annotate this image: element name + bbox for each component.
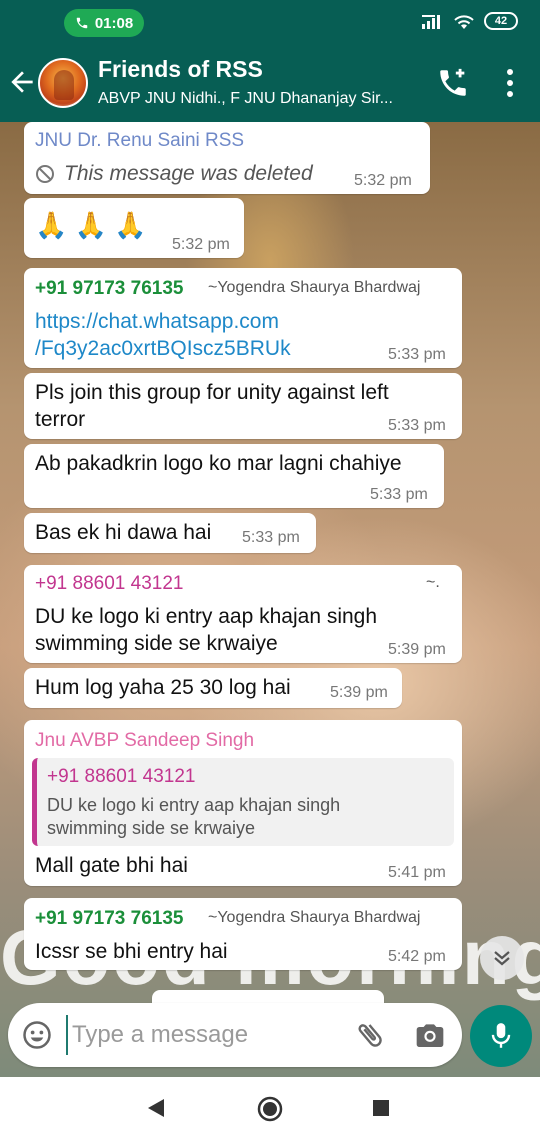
status-time: 01:08 — [94, 14, 134, 32]
message-time: 5:33 pm — [370, 486, 428, 503]
scroll-to-bottom-button[interactable] — [480, 936, 524, 980]
message-bubble[interactable]: +91 97173 76135 ~Yogendra Shaurya Bhardw… — [24, 268, 462, 368]
message-text: 🙏 🙏 🙏 — [35, 210, 147, 240]
phone-icon — [76, 17, 88, 29]
message-text: Icssr se bhi entry hai — [35, 940, 228, 963]
wifi-icon — [454, 15, 474, 29]
message-pushname: ~. — [426, 574, 440, 591]
message-bubble[interactable]: Pls join this group for unity against le… — [24, 373, 462, 439]
message-time: 5:42 pm — [388, 948, 446, 965]
message-sender: Jnu AVBP Sandeep Singh — [35, 730, 255, 751]
composer-pill — [8, 1003, 462, 1067]
message-time: 5:32 pm — [172, 236, 230, 253]
message-sender: +91 97173 76135 — [35, 278, 184, 299]
message-text: DU ke logo ki entry aap khajan singh — [35, 605, 378, 628]
message-bubble[interactable]: Hum log yaha 25 30 log hai 5:39 pm — [24, 668, 402, 708]
message-time: 5:33 pm — [388, 417, 446, 434]
message-time: 5:33 pm — [242, 529, 300, 546]
group-title[interactable]: Friends of RSS — [98, 56, 263, 83]
message-time: 5:39 pm — [388, 641, 446, 658]
message-time: 5:33 pm — [388, 346, 446, 363]
group-members-subtitle[interactable]: ABVP JNU Nidhi., F JNU Dhananjay Sir... — [98, 90, 428, 108]
message-bubble[interactable]: Bas ek hi dawa hai 5:33 pm — [24, 513, 316, 553]
add-call-icon[interactable] — [436, 66, 470, 100]
message-sender: +91 88601 43121 — [35, 573, 184, 594]
message-time: 5:39 pm — [330, 684, 388, 701]
nav-recents-icon[interactable] — [372, 1099, 390, 1117]
composer-bar — [0, 995, 540, 1077]
message-input[interactable] — [66, 1015, 336, 1055]
deleted-message-text: This message was deleted — [64, 162, 313, 185]
message-sender: JNU Dr. Renu Saini RSS — [35, 130, 245, 151]
more-vert-icon[interactable] — [498, 66, 522, 100]
message-bubble[interactable]: +91 97173 76135 ~Yogendra Shaurya Bhardw… — [24, 898, 462, 970]
message-pushname: ~Yogendra Shaurya Bhardwaj — [208, 909, 421, 926]
camera-icon[interactable] — [414, 1019, 446, 1051]
emoji-icon[interactable] — [22, 1020, 52, 1050]
message-bubble[interactable]: Ab pakadkrin logo ko mar lagni chahiye 5… — [24, 444, 444, 508]
signal-icon — [422, 15, 440, 29]
voice-message-button[interactable] — [470, 1005, 532, 1067]
message-time: 5:32 pm — [354, 172, 412, 189]
message-text: Bas ek hi dawa hai — [35, 521, 212, 544]
status-bar: 01:08 42 — [0, 0, 540, 44]
message-text: terror — [35, 408, 86, 431]
quoted-sender: +91 88601 43121 — [47, 766, 196, 787]
message-text: Mall gate bhi hai — [35, 854, 188, 877]
mic-icon — [491, 1023, 511, 1048]
chat-area[interactable]: Good morning JNU Dr. Renu Saini RSS This… — [0, 122, 540, 1077]
chevron-double-down-icon — [494, 951, 510, 966]
message-text: swimming side se krwaiye — [35, 632, 278, 655]
message-bubble[interactable]: 🙏 🙏 🙏 5:32 pm — [24, 198, 244, 258]
attach-icon[interactable] — [354, 1019, 386, 1051]
message-bubble[interactable]: +91 88601 43121 ~. DU ke logo ki entry a… — [24, 565, 462, 663]
message-pushname: ~Yogendra Shaurya Bhardwaj — [208, 279, 421, 296]
message-bubble[interactable]: JNU Dr. Renu Saini RSS This message was … — [24, 122, 430, 194]
status-icons: 42 — [422, 12, 518, 30]
quoted-text: swimming side se krwaiye — [47, 818, 256, 838]
group-avatar[interactable] — [38, 58, 88, 108]
message-text: Pls join this group for unity against le… — [35, 381, 389, 404]
message-link[interactable]: /Fq3y2ac0xrtBQIscz5BRUk — [35, 335, 291, 362]
message-link[interactable]: https://chat.whatsapp.com — [35, 308, 279, 335]
message-text: Ab pakadkrin logo ko mar lagni chahiye — [35, 452, 402, 475]
nav-back-icon[interactable] — [146, 1097, 166, 1119]
message-bubble[interactable]: Jnu AVBP Sandeep Singh +91 88601 43121 D… — [24, 720, 462, 886]
quoted-message[interactable]: +91 88601 43121 DU ke logo ki entry aap … — [32, 758, 454, 846]
back-arrow-icon[interactable] — [6, 66, 38, 98]
chat-header: Friends of RSS ABVP JNU Nidhi., F JNU Dh… — [0, 44, 540, 122]
system-nav-bar — [0, 1077, 540, 1140]
blocked-icon — [36, 165, 54, 183]
message-text: Hum log yaha 25 30 log hai — [35, 676, 291, 699]
call-time-pill[interactable]: 01:08 — [64, 9, 144, 37]
nav-home-icon[interactable] — [257, 1096, 283, 1122]
quoted-text: DU ke logo ki entry aap khajan singh — [47, 795, 341, 815]
message-time: 5:41 pm — [388, 864, 446, 881]
message-sender: +91 97173 76135 — [35, 908, 184, 929]
battery-indicator: 42 — [484, 12, 518, 30]
